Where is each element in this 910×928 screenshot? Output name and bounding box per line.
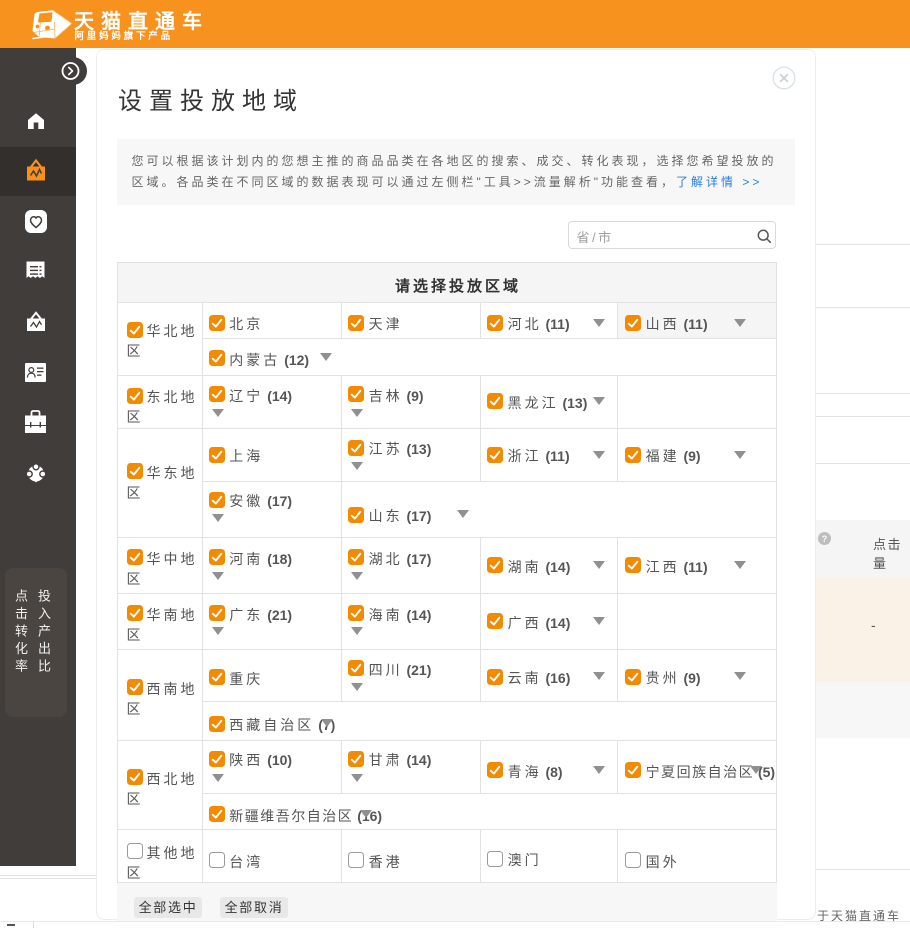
svg-text:?: ? [821,534,827,544]
